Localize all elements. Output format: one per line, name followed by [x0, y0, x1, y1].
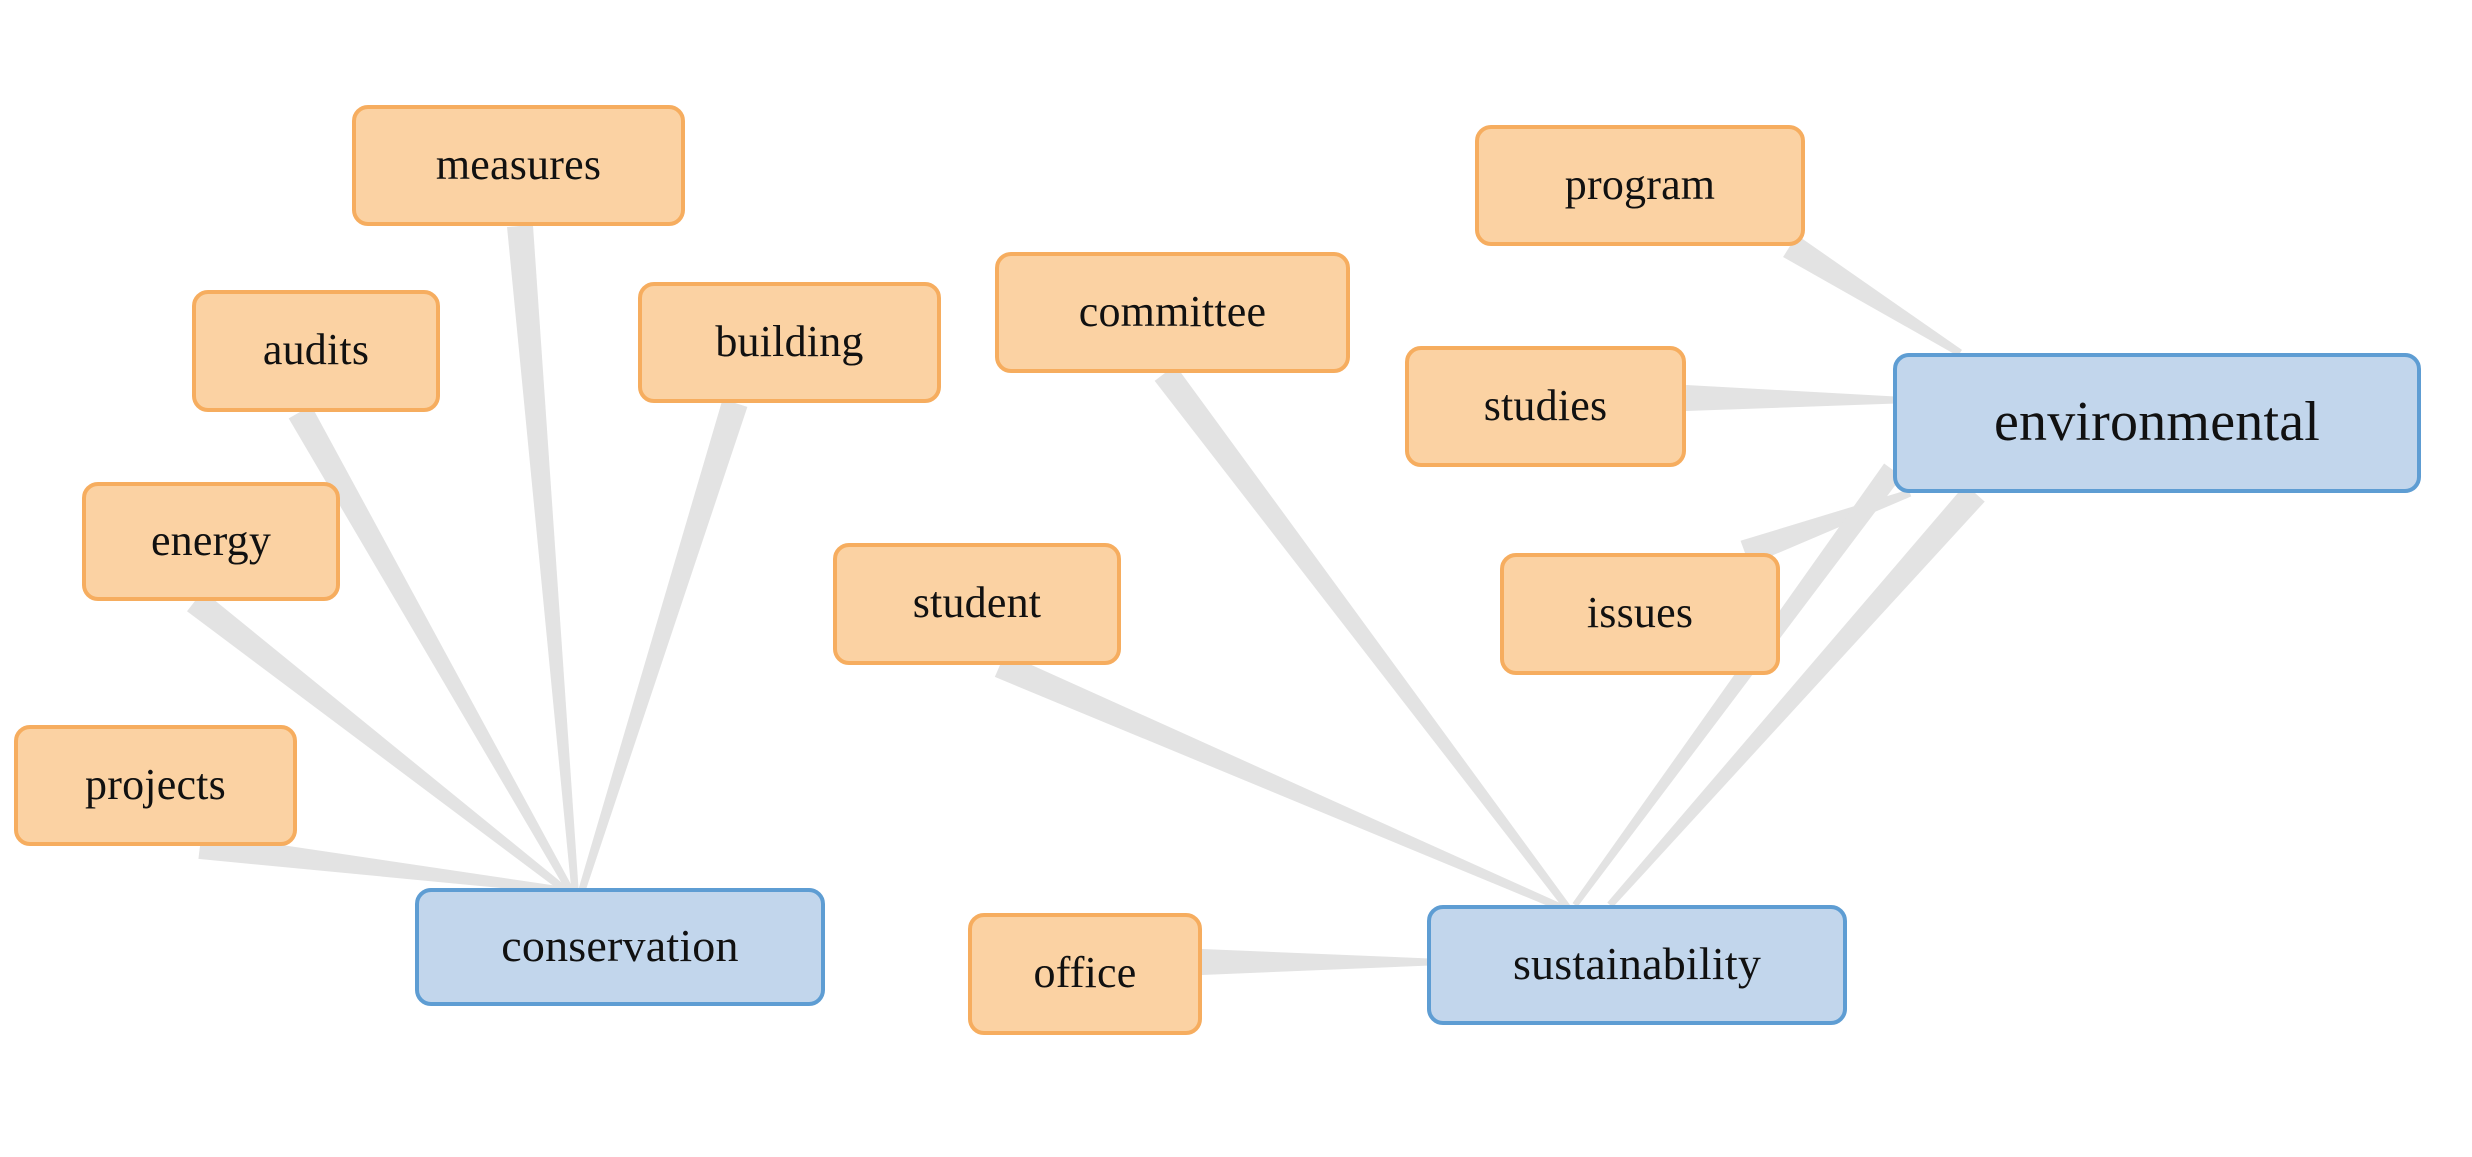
graph-node-label: sustainability: [1512, 938, 1762, 989]
graph-node-sustainability[interactable]: sustainability: [1427, 905, 1847, 1025]
graph-node-label: projects: [85, 759, 226, 809]
graph-node-label: building: [715, 316, 864, 366]
graph-node-label: audits: [262, 325, 370, 374]
graph-node-projects[interactable]: projects: [14, 725, 297, 846]
graph-node-office[interactable]: office: [968, 913, 1202, 1035]
graph-node-environmental[interactable]: environmental: [1893, 353, 2421, 493]
node-layer: measures audits energy projects building comm…: [0, 0, 2472, 1157]
graph-node-issues[interactable]: issues: [1500, 553, 1780, 675]
graph-node-label: program: [1564, 159, 1716, 209]
graph-node-label: environmental: [1993, 391, 2321, 453]
graph-node-studies[interactable]: studies: [1405, 346, 1686, 467]
graph-node-label: energy: [150, 515, 272, 565]
graph-node-measures[interactable]: measures: [352, 105, 685, 226]
network-graph-canvas: measures audits energy projects building comm…: [0, 0, 2472, 1157]
graph-node-label: studies: [1483, 380, 1608, 430]
graph-node-label: issues: [1586, 588, 1694, 637]
graph-node-student[interactable]: student: [833, 543, 1121, 665]
graph-node-label: measures: [435, 139, 602, 189]
graph-node-committee[interactable]: committee: [995, 252, 1350, 373]
graph-node-energy[interactable]: energy: [82, 482, 340, 601]
graph-node-program[interactable]: program: [1475, 125, 1805, 246]
graph-node-label: committee: [1078, 286, 1267, 336]
graph-node-label: office: [1033, 948, 1137, 997]
graph-node-label: student: [912, 578, 1042, 627]
graph-node-building[interactable]: building: [638, 282, 941, 403]
graph-node-conservation[interactable]: conservation: [415, 888, 825, 1006]
graph-node-audits[interactable]: audits: [192, 290, 440, 412]
graph-node-label: conservation: [501, 920, 739, 971]
